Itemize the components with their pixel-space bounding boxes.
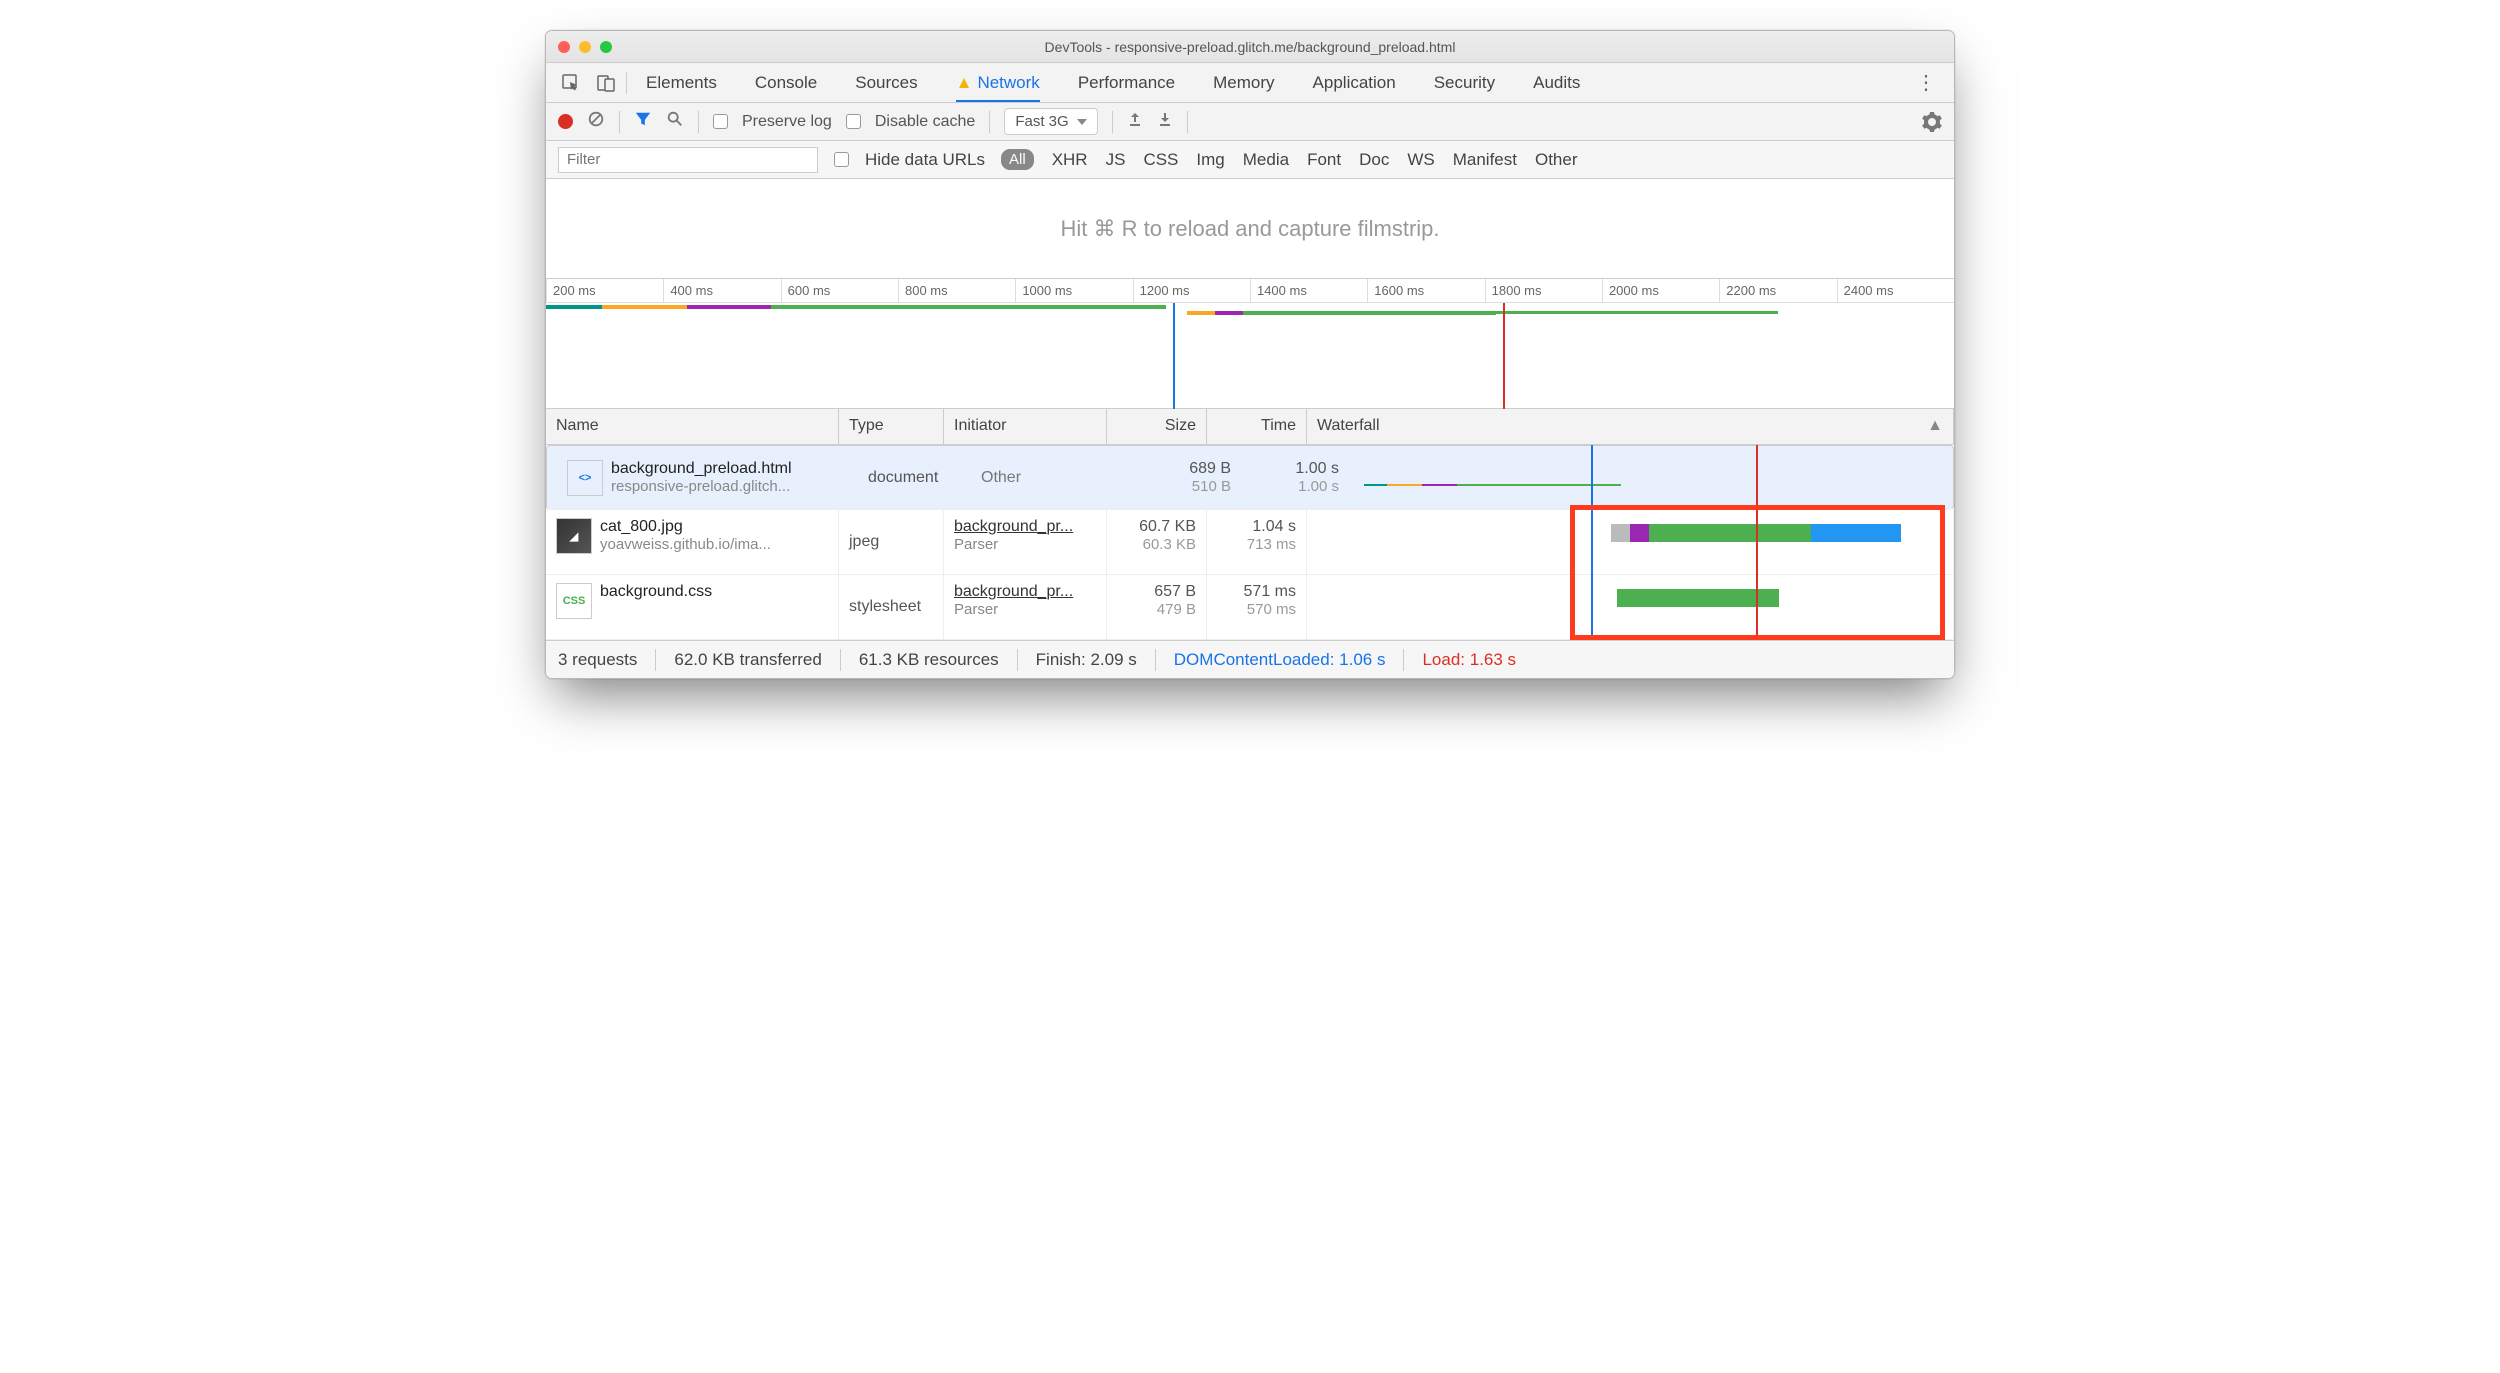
status-bar: 3 requests 62.0 KB transferred 61.3 KB r… [546, 640, 1954, 678]
status-finish: Finish: 2.09 s [1036, 650, 1137, 670]
warning-icon: ▲ [956, 73, 973, 93]
tab-console[interactable]: Console [755, 64, 817, 102]
filter-css[interactable]: CSS [1143, 150, 1178, 170]
header-time[interactable]: Time [1207, 409, 1307, 444]
tab-network[interactable]: ▲Network [956, 64, 1040, 102]
window-title: DevTools - responsive-preload.glitch.me/… [546, 39, 1954, 55]
devtools-window: DevTools - responsive-preload.glitch.me/… [545, 30, 1955, 679]
clear-button[interactable] [587, 110, 605, 133]
filter-all[interactable]: All [1001, 149, 1034, 170]
tab-performance[interactable]: Performance [1078, 64, 1175, 102]
filter-js[interactable]: JS [1106, 150, 1126, 170]
table-row[interactable]: ◢ cat_800.jpgyoavweiss.github.io/ima... … [546, 510, 1954, 575]
filter-xhr[interactable]: XHR [1052, 150, 1088, 170]
table-row[interactable]: CSS background.css stylesheet background… [546, 575, 1954, 640]
header-initiator[interactable]: Initiator [944, 409, 1107, 444]
header-name[interactable]: Name [546, 409, 839, 444]
throttle-select[interactable]: Fast 3G [1004, 108, 1097, 135]
filter-toggle-icon[interactable] [634, 110, 652, 133]
table-row[interactable]: <> background_preload.htmlresponsive-pre… [546, 445, 1954, 510]
filter-doc[interactable]: Doc [1359, 150, 1389, 170]
chevron-down-icon [1077, 119, 1087, 125]
disable-cache-checkbox[interactable] [846, 114, 861, 129]
filter-media[interactable]: Media [1243, 150, 1289, 170]
tab-application[interactable]: Application [1313, 64, 1396, 102]
filmstrip-hint: Hit ⌘ R to reload and capture filmstrip. [546, 179, 1954, 279]
header-type[interactable]: Type [839, 409, 944, 444]
column-headers[interactable]: Name Type Initiator Size Time Waterfall▲ [546, 409, 1954, 445]
inspect-icon[interactable] [556, 68, 586, 98]
time-ruler: 200 ms400 ms600 ms 800 ms1000 ms1200 ms … [546, 279, 1954, 303]
device-toggle-icon[interactable] [591, 68, 621, 98]
preserve-log-label: Preserve log [742, 113, 832, 131]
status-domcontentloaded: DOMContentLoaded: 1.06 s [1174, 650, 1386, 670]
upload-icon[interactable] [1127, 111, 1143, 132]
main-tabs: Elements Console Sources ▲Network Perfor… [546, 63, 1954, 103]
disable-cache-label: Disable cache [875, 113, 976, 131]
filter-ws[interactable]: WS [1407, 150, 1434, 170]
request-table: <> background_preload.htmlresponsive-pre… [546, 445, 1954, 640]
status-transferred: 62.0 KB transferred [674, 650, 821, 670]
image-file-icon: ◢ [556, 518, 592, 554]
header-waterfall[interactable]: Waterfall▲ [1307, 409, 1954, 444]
filter-img[interactable]: Img [1196, 150, 1224, 170]
sort-arrow-icon: ▲ [1927, 417, 1943, 435]
css-file-icon: CSS [556, 583, 592, 619]
header-size[interactable]: Size [1107, 409, 1207, 444]
tab-sources[interactable]: Sources [855, 64, 917, 102]
download-icon[interactable] [1157, 111, 1173, 132]
titlebar: DevTools - responsive-preload.glitch.me/… [546, 31, 1954, 63]
record-button[interactable] [558, 114, 573, 129]
tab-memory[interactable]: Memory [1213, 64, 1274, 102]
settings-icon[interactable] [1922, 112, 1942, 132]
filter-other[interactable]: Other [1535, 150, 1578, 170]
more-icon[interactable]: ⋮ [1908, 70, 1944, 95]
status-requests: 3 requests [558, 650, 637, 670]
hide-data-urls-label: Hide data URLs [865, 150, 985, 170]
preserve-log-checkbox[interactable] [713, 114, 728, 129]
hide-data-urls-checkbox[interactable] [834, 152, 849, 167]
tab-audits[interactable]: Audits [1533, 64, 1580, 102]
search-icon[interactable] [666, 110, 684, 133]
filter-font[interactable]: Font [1307, 150, 1341, 170]
tab-elements[interactable]: Elements [646, 64, 717, 102]
tab-security[interactable]: Security [1434, 64, 1495, 102]
status-load: Load: 1.63 s [1422, 650, 1516, 670]
filter-manifest[interactable]: Manifest [1453, 150, 1517, 170]
network-toolbar: Preserve log Disable cache Fast 3G [546, 103, 1954, 141]
html-file-icon: <> [567, 460, 603, 496]
status-resources: 61.3 KB resources [859, 650, 999, 670]
filter-bar: Hide data URLs All XHR JS CSS Img Media … [546, 141, 1954, 179]
overview-timeline[interactable]: 200 ms400 ms600 ms 800 ms1000 ms1200 ms … [546, 279, 1954, 409]
filter-input[interactable] [558, 147, 818, 173]
